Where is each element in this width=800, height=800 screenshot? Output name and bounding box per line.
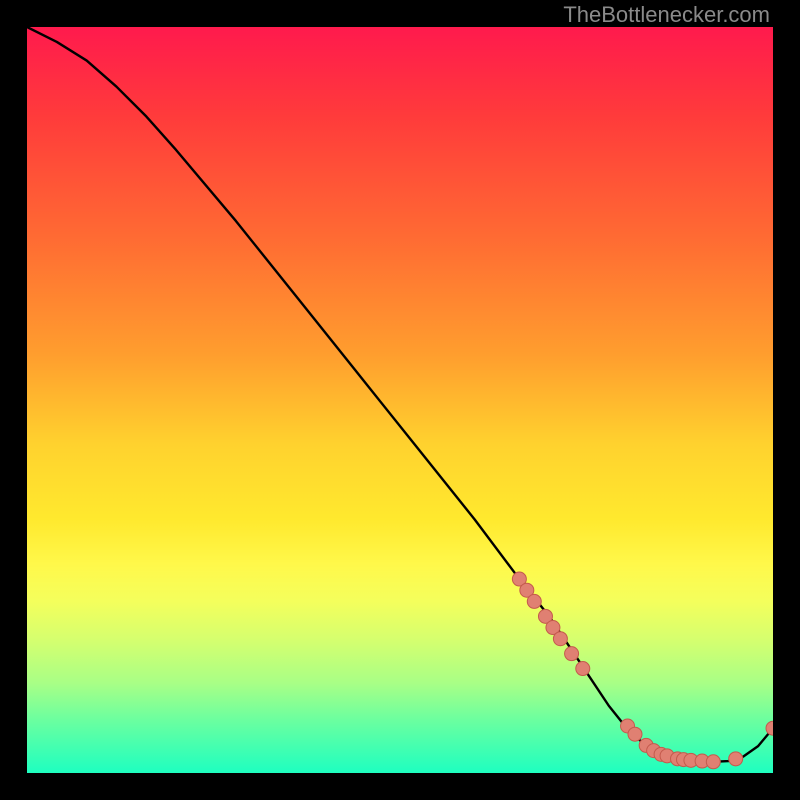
chart-overlay [27, 27, 773, 773]
attribution-text: TheBottlenecker.com [563, 2, 770, 28]
curve-marker [706, 755, 720, 769]
curve-markers [512, 572, 773, 769]
curve-marker [628, 727, 642, 741]
curve-marker [565, 647, 579, 661]
curve-marker [729, 752, 743, 766]
curve-marker [576, 662, 590, 676]
curve-marker [527, 594, 541, 608]
bottleneck-curve [27, 27, 773, 762]
chart-frame [27, 27, 773, 773]
curve-marker [553, 632, 567, 646]
curve-marker [766, 721, 773, 735]
